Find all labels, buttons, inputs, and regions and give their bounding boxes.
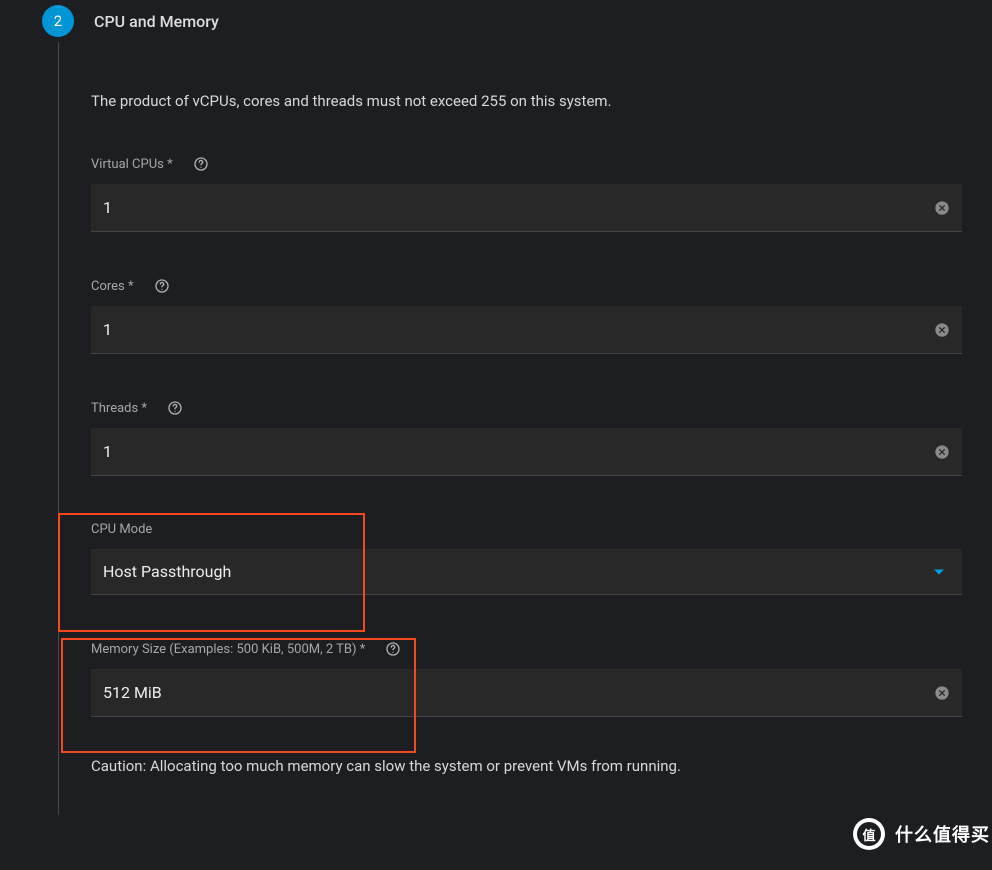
step-header: 2 CPU and Memory <box>0 0 992 42</box>
watermark: 值 什么值得买 <box>853 818 990 850</box>
clear-icon[interactable] <box>934 322 950 338</box>
threads-input-wrap <box>91 428 962 476</box>
watermark-text: 什么值得买 <box>895 821 990 847</box>
step-number-badge: 2 <box>42 5 74 37</box>
chevron-down-icon <box>934 569 944 574</box>
field-threads: Threads * <box>91 400 962 476</box>
clear-icon[interactable] <box>934 685 950 701</box>
vcpus-label: Virtual CPUs * <box>91 157 173 172</box>
threads-label: Threads * <box>91 401 147 416</box>
vcpus-input-wrap <box>91 184 962 232</box>
cores-label: Cores * <box>91 279 134 294</box>
clear-icon[interactable] <box>934 444 950 460</box>
vcpus-input[interactable] <box>91 184 962 231</box>
help-icon[interactable] <box>385 641 401 657</box>
cores-input[interactable] <box>91 306 962 353</box>
cpu-mode-label: CPU Mode <box>91 522 152 537</box>
help-icon[interactable] <box>193 156 209 172</box>
threads-input[interactable] <box>91 428 962 475</box>
field-cpu-mode: CPU Mode Host Passthrough <box>91 522 962 595</box>
field-vcpus: Virtual CPUs * <box>91 156 962 232</box>
help-icon[interactable] <box>167 400 183 416</box>
step-title: CPU and Memory <box>94 12 219 31</box>
field-cores: Cores * <box>91 278 962 354</box>
watermark-badge-inner: 值 <box>857 822 881 846</box>
info-text: The product of vCPUs, cores and threads … <box>91 92 962 110</box>
cpu-mode-value: Host Passthrough <box>103 562 231 581</box>
cores-input-wrap <box>91 306 962 354</box>
help-icon[interactable] <box>154 278 170 294</box>
cpu-mode-select[interactable]: Host Passthrough <box>91 549 962 595</box>
clear-icon[interactable] <box>934 200 950 216</box>
step-body: The product of vCPUs, cores and threads … <box>58 42 992 815</box>
memory-input-wrap <box>91 669 962 717</box>
field-memory: Memory Size (Examples: 500 KiB, 500M, 2 … <box>91 641 962 717</box>
watermark-badge: 值 <box>853 818 885 850</box>
caution-text: Caution: Allocating too much memory can … <box>91 757 962 775</box>
memory-input[interactable] <box>91 669 962 716</box>
memory-label: Memory Size (Examples: 500 KiB, 500M, 2 … <box>91 642 365 657</box>
